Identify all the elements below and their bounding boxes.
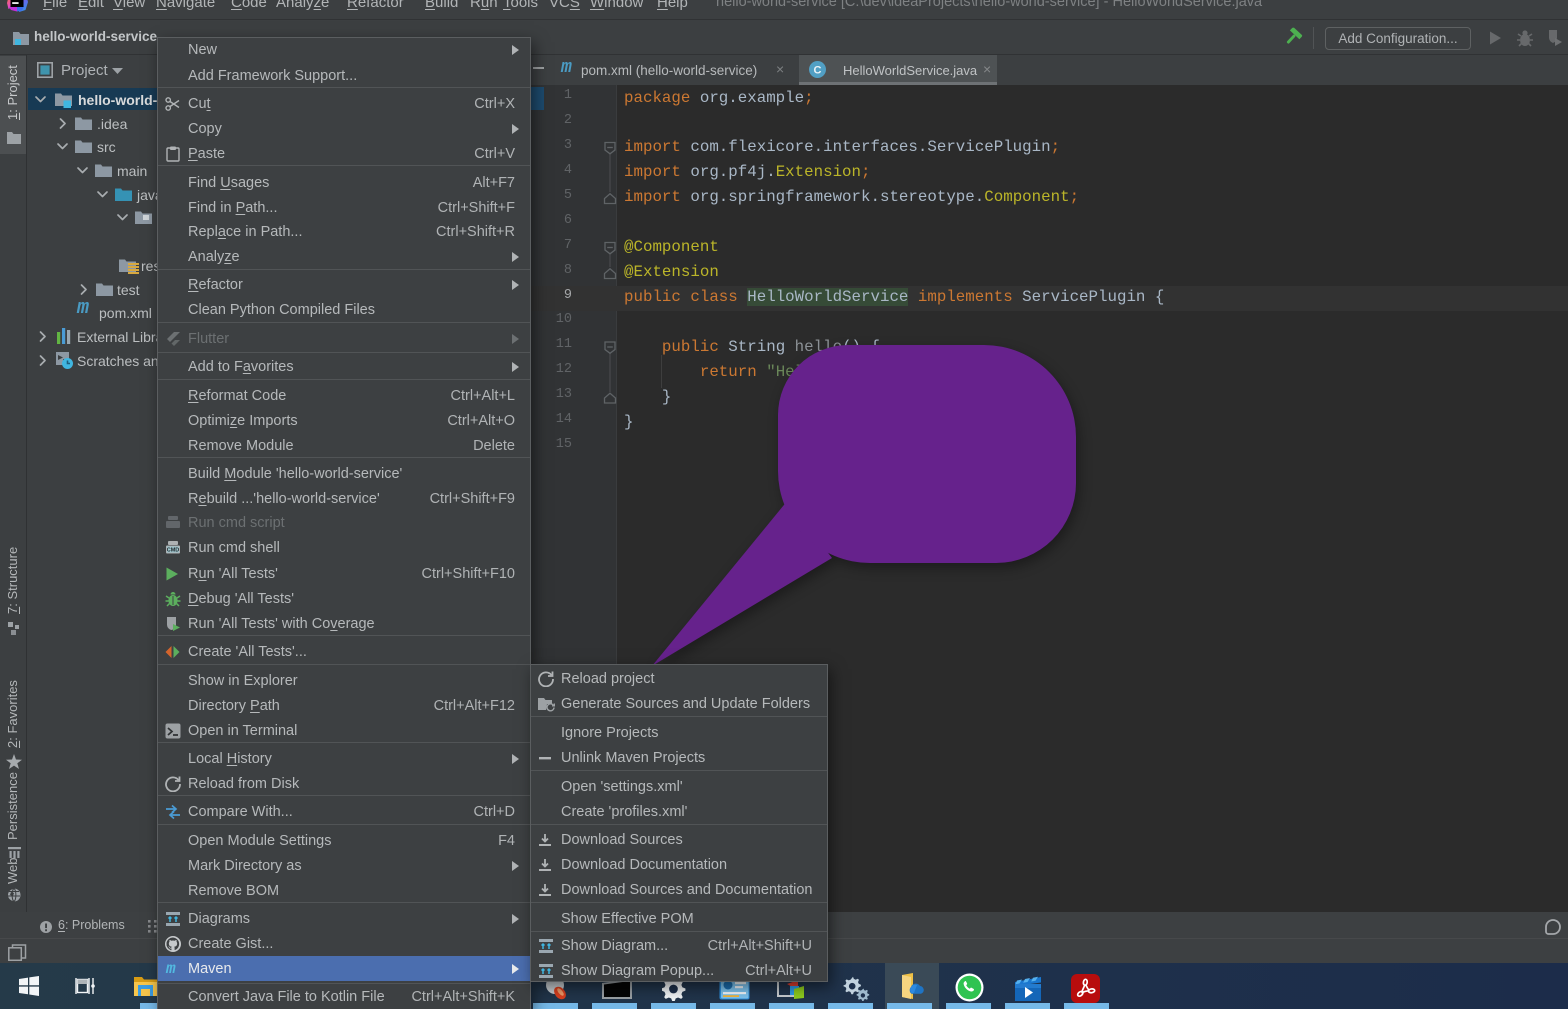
svg-text:CMD: CMD <box>167 548 180 554</box>
